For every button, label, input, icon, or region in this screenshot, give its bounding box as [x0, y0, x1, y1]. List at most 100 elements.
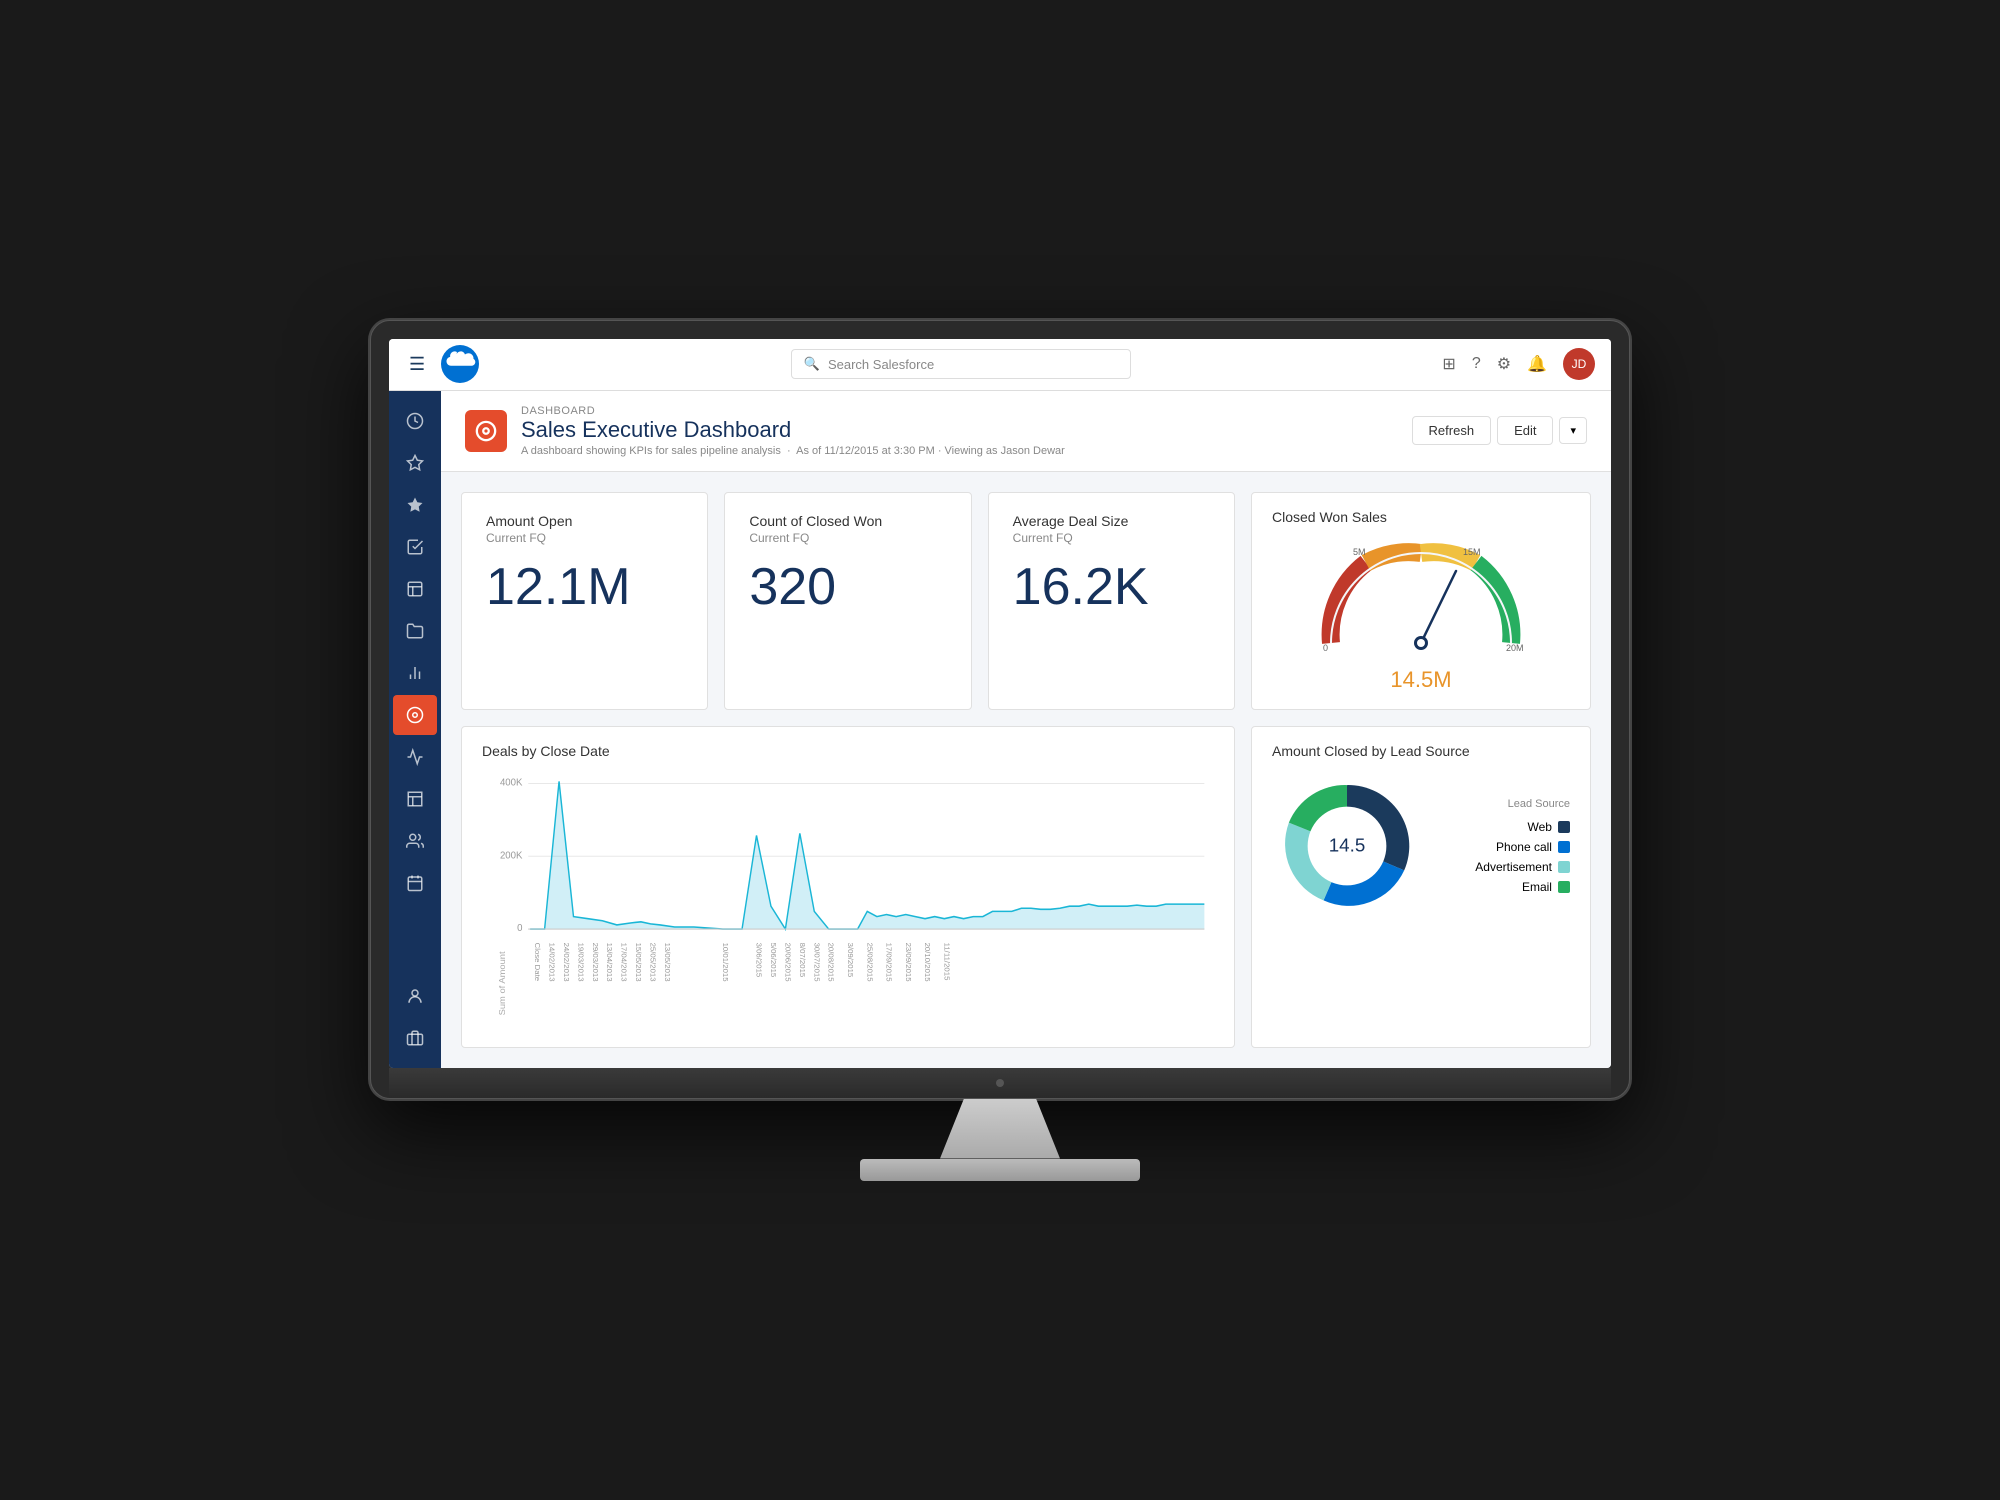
svg-text:13/05/2013: 13/05/2013 [663, 942, 672, 981]
hamburger-menu[interactable]: ☰ [405, 350, 429, 379]
svg-text:11/11/2015: 11/11/2015 [942, 942, 951, 980]
salesforce-logo[interactable] [441, 345, 479, 383]
refresh-button[interactable]: Refresh [1412, 416, 1492, 445]
kpi-label-3: Average Deal Size [1013, 513, 1210, 529]
bell-icon[interactable]: 🔔 [1527, 354, 1547, 374]
svg-text:3/06/2015: 3/06/2015 [755, 942, 764, 977]
search-box[interactable]: 🔍 Search Salesforce [791, 349, 1131, 379]
svg-text:Close Date: Close Date [533, 942, 542, 981]
chart-area: 400K 200K 0 Sum of Amount [482, 771, 1214, 1031]
sidebar-item-activity[interactable] [393, 779, 437, 819]
svg-text:19/03/2013: 19/03/2013 [576, 942, 585, 981]
sidebar-item-contacts[interactable] [393, 821, 437, 861]
legend-label-phone: Phone call [1496, 840, 1552, 854]
legend-title: Lead Source [1475, 798, 1570, 810]
svg-text:17/09/2015: 17/09/2015 [885, 942, 894, 981]
search-icon: 🔍 [804, 356, 820, 372]
dropdown-button[interactable]: ▾ [1559, 417, 1587, 444]
svg-text:0: 0 [517, 922, 523, 933]
dashboard-header: DASHBOARD Sales Executive Dashboard A da… [441, 391, 1611, 472]
legend-color-advertisement [1558, 861, 1570, 873]
dashboard-header-actions: Refresh Edit ▾ [1412, 416, 1587, 445]
dashboard-header-left: DASHBOARD Sales Executive Dashboard A da… [465, 405, 1065, 457]
legend-item-web: Web [1475, 820, 1570, 834]
search-container: 🔍 Search Salesforce [491, 349, 1430, 379]
legend-label-email: Email [1522, 880, 1552, 894]
settings-icon[interactable]: ⚙ [1497, 354, 1511, 374]
legend-item-email: Email [1475, 880, 1570, 894]
sidebar-item-analytics[interactable] [393, 737, 437, 777]
svg-text:3/09/2015: 3/09/2015 [846, 942, 855, 977]
donut-legend: Lead Source Web Phone call [1475, 798, 1570, 894]
svg-text:29/03/2013: 29/03/2013 [591, 942, 600, 981]
sidebar-item-recent[interactable] [393, 401, 437, 441]
svg-text:15M: 15M [1463, 547, 1481, 557]
svg-text:400K: 400K [500, 777, 523, 788]
kpi-label-2: Count of Closed Won [749, 513, 946, 529]
kpi-value-1: 12.1M [486, 561, 683, 613]
monitor-neck [940, 1099, 1060, 1159]
svg-text:20/08/2015: 20/08/2015 [827, 942, 836, 981]
legend-item-advertisement: Advertisement [1475, 860, 1570, 874]
legend-label-web: Web [1528, 820, 1552, 834]
svg-text:5M: 5M [1353, 547, 1366, 557]
svg-text:5/06/2015: 5/06/2015 [769, 942, 778, 977]
kpi-sublabel-1: Current FQ [486, 531, 683, 545]
svg-text:24/02/2013: 24/02/2013 [562, 942, 571, 981]
dashboard-content: Amount Open Current FQ 12.1M Count of Cl… [441, 472, 1611, 1068]
svg-text:14/02/2013: 14/02/2013 [547, 942, 556, 981]
sidebar-item-notes[interactable] [393, 569, 437, 609]
main-body: DASHBOARD Sales Executive Dashboard A da… [389, 391, 1611, 1068]
svg-text:15/05/2013: 15/05/2013 [634, 942, 643, 981]
monitor-camera [996, 1079, 1004, 1087]
legend-color-email [1558, 881, 1570, 893]
kpi-sublabel-2: Current FQ [749, 531, 946, 545]
page-title: Sales Executive Dashboard [521, 417, 1065, 443]
donut-title: Amount Closed by Lead Source [1272, 743, 1570, 759]
edit-button[interactable]: Edit [1497, 416, 1553, 445]
svg-text:200K: 200K [500, 850, 523, 861]
donut-content: 14.5 Lead Source Web [1272, 771, 1570, 921]
svg-text:20/10/2015: 20/10/2015 [923, 942, 932, 981]
sidebar-item-dashboard[interactable] [393, 695, 437, 735]
user-avatar[interactable]: JD [1563, 348, 1595, 380]
svg-text:20M: 20M [1506, 643, 1524, 653]
svg-text:20/06/2015: 20/06/2015 [783, 942, 792, 981]
gauge-container: 0 5M 15M 20M [1311, 533, 1531, 663]
dashboard-title-block: DASHBOARD Sales Executive Dashboard A da… [521, 405, 1065, 457]
top-navigation: ☰ 🔍 Search Salesforce [389, 339, 1611, 391]
dashboard-subtitle: A dashboard showing KPIs for sales pipel… [521, 445, 1065, 457]
sidebar-item-people[interactable] [393, 976, 437, 1016]
svg-text:8/07/2015: 8/07/2015 [798, 942, 807, 977]
nav-actions: ⊞ ? ⚙ 🔔 JD [1442, 348, 1595, 380]
monitor-stand [370, 1099, 1630, 1181]
gauge-value: 14.5M [1390, 667, 1451, 693]
svg-text:25/08/2015: 25/08/2015 [865, 942, 874, 981]
sidebar-item-favorites[interactable] [393, 443, 437, 483]
svg-text:14.5: 14.5 [1329, 834, 1366, 855]
legend-item-phone: Phone call [1475, 840, 1570, 854]
sidebar-item-calendar[interactable] [393, 863, 437, 903]
svg-text:13/04/2013: 13/04/2013 [605, 942, 614, 981]
sidebar-item-cases[interactable] [393, 1018, 437, 1058]
sidebar [389, 391, 441, 1068]
help-icon[interactable]: ? [1472, 355, 1481, 373]
sidebar-item-files[interactable] [393, 611, 437, 651]
donut-card: Amount Closed by Lead Source [1251, 726, 1591, 1048]
gauge-title: Closed Won Sales [1272, 509, 1387, 525]
kpi-card-closed-won: Count of Closed Won Current FQ 320 [724, 492, 971, 710]
sidebar-item-star[interactable] [393, 485, 437, 525]
donut-chart: 14.5 [1272, 771, 1422, 921]
svg-text:23/09/2015: 23/09/2015 [904, 942, 913, 981]
legend-color-web [1558, 821, 1570, 833]
sidebar-item-tasks[interactable] [393, 527, 437, 567]
legend-label-advertisement: Advertisement [1475, 860, 1552, 874]
kpi-card-amount-open: Amount Open Current FQ 12.1M [461, 492, 708, 710]
sidebar-item-reports[interactable] [393, 653, 437, 693]
svg-text:10/01/2015: 10/01/2015 [721, 942, 730, 981]
svg-text:25/05/2013: 25/05/2013 [649, 942, 658, 981]
kpi-value-3: 16.2K [1013, 561, 1210, 613]
grid-icon[interactable]: ⊞ [1442, 354, 1455, 374]
content-area: DASHBOARD Sales Executive Dashboard A da… [441, 391, 1611, 1068]
dashboard-breadcrumb: DASHBOARD [521, 405, 1065, 417]
